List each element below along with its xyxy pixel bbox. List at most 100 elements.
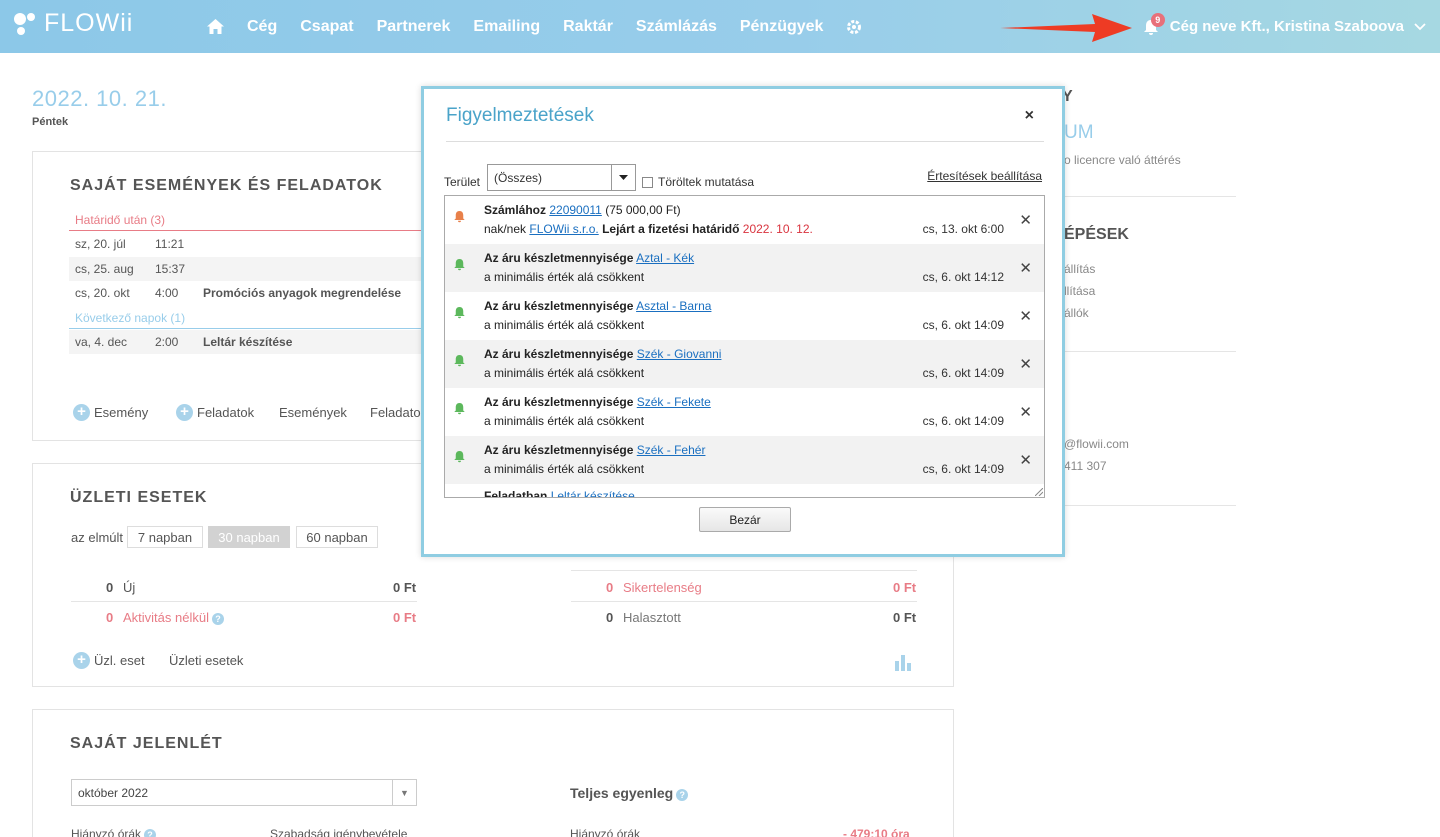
- bell-icon-green: [454, 259, 465, 271]
- top-navbar: FLOWii Cég Csapat Partnerek Emailing Rak…: [0, 0, 1440, 53]
- caret-down-icon: ▼: [392, 780, 416, 805]
- right-panel-link-fragment[interactable]: állók: [1064, 306, 1089, 320]
- logo-icon: [14, 12, 35, 35]
- stat-failed-label[interactable]: Sikertelenség: [623, 580, 702, 595]
- notifications-list[interactable]: Számlához 22090011 (75 000,00 Ft) nak/ne…: [444, 195, 1045, 498]
- business-title: ÜZLETI ESETEK: [70, 489, 208, 506]
- help-icon[interactable]: ?: [144, 829, 157, 837]
- month-select[interactable]: október 2022 ▼: [71, 779, 417, 806]
- period-prefix: az elmúlt: [71, 530, 124, 545]
- notification-item[interactable]: Az áru készletmennyisége Aztal - Kék a m…: [445, 244, 1044, 292]
- nav-emailing[interactable]: Emailing: [473, 18, 540, 36]
- product-link[interactable]: Asztal - Barna: [636, 299, 711, 313]
- close-button[interactable]: Bezár: [699, 507, 791, 532]
- product-link[interactable]: Szék - Giovanni: [637, 347, 722, 361]
- events-link[interactable]: Események: [279, 405, 347, 420]
- plus-icon: +: [73, 404, 90, 421]
- resize-handle-icon[interactable]: [1035, 488, 1043, 496]
- stat-inactive-count: 0: [106, 610, 114, 625]
- event-row[interactable]: va, 4. dec 2:00 Leltár készítése: [69, 330, 451, 354]
- dismiss-icon[interactable]: ✕: [1019, 355, 1032, 373]
- notification-time: cs, 6. okt 14:09: [922, 414, 1004, 428]
- bell-icon-green: [454, 355, 465, 367]
- period-60-button[interactable]: 60 napban: [296, 526, 378, 548]
- deals-link[interactable]: Üzleti esetek: [169, 653, 243, 668]
- nav-raktar[interactable]: Raktár: [563, 18, 613, 36]
- area-filter-select[interactable]: (Összes): [487, 164, 636, 191]
- nav-ceg[interactable]: Cég: [247, 18, 277, 36]
- stat-new-label[interactable]: Új: [123, 580, 135, 595]
- checkbox[interactable]: [642, 176, 653, 188]
- dismiss-icon[interactable]: ✕: [1019, 451, 1032, 469]
- right-panel-link-fragment[interactable]: llítása: [1064, 284, 1095, 298]
- nav-partnerek[interactable]: Partnerek: [377, 18, 451, 36]
- help-icon[interactable]: ?: [211, 613, 224, 625]
- nav-csapat[interactable]: Csapat: [300, 18, 353, 36]
- bell-icon[interactable]: 9: [1143, 12, 1165, 36]
- nav-penzugyek[interactable]: Pénzügyek: [740, 18, 824, 36]
- user-menu[interactable]: 9 Cég neve Kft., Kristina Szaboova: [1143, 0, 1426, 53]
- dismiss-icon[interactable]: ✕: [1019, 211, 1032, 229]
- notification-settings-link[interactable]: Értesítések beállítása: [927, 169, 1042, 183]
- right-panel-plan-fragment: UM: [1064, 122, 1094, 143]
- gear-icon[interactable]: [846, 19, 862, 35]
- invoice-link[interactable]: 22090011: [549, 203, 602, 217]
- notification-time: cs, 6. okt 14:12: [922, 270, 1004, 284]
- stat-postponed-label[interactable]: Halasztott: [623, 610, 681, 625]
- show-deleted-checkbox[interactable]: Töröltek mutatása: [642, 175, 754, 189]
- add-event-button[interactable]: + Esemény: [73, 404, 148, 421]
- notification-time: cs, 13. okt 6:00: [922, 222, 1004, 236]
- divider: [1064, 351, 1236, 352]
- add-task-button[interactable]: + Feladatok: [176, 404, 254, 421]
- right-panel-licence-fragment[interactable]: o licencre való áttérés: [1064, 153, 1181, 167]
- notification-item[interactable]: Az áru készletmennyisége Szék - Fekete a…: [445, 388, 1044, 436]
- caret-down-icon: [611, 165, 635, 190]
- notification-item[interactable]: Az áru készletmennyisége Asztal - Barna …: [445, 292, 1044, 340]
- section-overdue: Határidő után (3): [69, 213, 451, 231]
- attendance-card: SAJÁT JELENLÉT október 2022 ▼ Teljes egye…: [32, 709, 954, 837]
- product-link[interactable]: Szék - Fekete: [637, 395, 711, 409]
- product-link[interactable]: Szék - Fehér: [637, 443, 706, 457]
- product-link[interactable]: Aztal - Kék: [636, 251, 694, 265]
- bell-icon-green: [454, 403, 465, 415]
- notification-time: cs, 6. okt 14:09: [922, 366, 1004, 380]
- notification-item[interactable]: Számlához 22090011 (75 000,00 Ft) nak/ne…: [445, 196, 1044, 244]
- help-icon[interactable]: ?: [676, 789, 689, 801]
- event-row[interactable]: sz, 20. júl 11:21: [69, 232, 451, 256]
- nav-szamlazas[interactable]: Számlázás: [636, 18, 717, 36]
- stat-inactive-amount: 0 Ft: [393, 610, 417, 625]
- event-row[interactable]: cs, 20. okt 4:00 Promóciós anyagok megrend…: [69, 281, 451, 305]
- right-panel-email-fragment[interactable]: @flowii.com: [1064, 437, 1129, 451]
- stat-inactive-label[interactable]: Aktivitás nélkül?: [123, 610, 224, 625]
- divider: [1064, 196, 1236, 197]
- filter-label: Terület: [444, 175, 481, 189]
- dismiss-icon[interactable]: ✕: [1019, 307, 1032, 325]
- vacation-label: Szabadság igénybevétele: [270, 827, 408, 837]
- dismiss-icon[interactable]: ✕: [1019, 403, 1032, 421]
- home-icon[interactable]: [207, 19, 224, 34]
- logo-text: FLOWii: [44, 9, 134, 37]
- task-link[interactable]: Leltár készítése: [551, 489, 635, 497]
- add-deal-button[interactable]: + Üzl. eset: [73, 652, 145, 669]
- right-panel-steps-fragment: ÉPÉSEK: [1064, 226, 1129, 243]
- event-row[interactable]: cs, 25. aug 15:37: [69, 257, 451, 281]
- dialog-title: Figyelmeztetések: [446, 105, 594, 126]
- flowii-logo[interactable]: FLOWii: [12, 9, 133, 38]
- divider: [446, 141, 1044, 142]
- notification-item[interactable]: Az áru készletmennyisége Szék - Giovanni…: [445, 340, 1044, 388]
- notification-item[interactable]: Az áru készletmennyisége Szék - Fehér a …: [445, 436, 1044, 484]
- notification-item[interactable]: Feladatban Leltár készítése: [445, 484, 1044, 497]
- bar-chart-icon[interactable]: [894, 653, 912, 671]
- stat-failed-amount: 0 Ft: [893, 580, 917, 595]
- bell-icon-orange: [454, 211, 465, 223]
- stat-new-amount: 0 Ft: [393, 580, 417, 595]
- partner-link[interactable]: FLOWii s.r.o.: [529, 222, 598, 236]
- right-panel-link-fragment[interactable]: állítás: [1064, 262, 1095, 276]
- missing-hours-label: Hiányzó órák?: [71, 827, 157, 837]
- period-7-button[interactable]: 7 napban: [127, 526, 203, 548]
- tasks-link[interactable]: Feladato: [370, 405, 421, 420]
- dismiss-icon[interactable]: ✕: [1019, 259, 1032, 277]
- plus-icon: +: [73, 652, 90, 669]
- close-icon[interactable]: ×: [1025, 107, 1034, 125]
- period-30-button[interactable]: 30 napban: [208, 526, 290, 548]
